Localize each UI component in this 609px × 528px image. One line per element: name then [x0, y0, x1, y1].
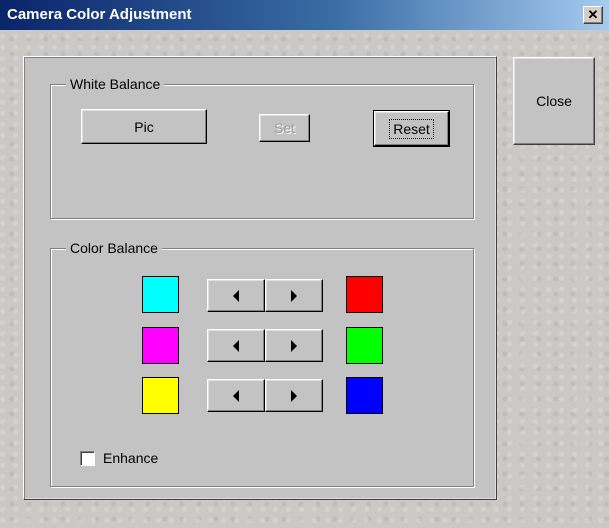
yellow-swatch — [142, 377, 179, 414]
reset-button-label: Reset — [389, 118, 434, 139]
green-swatch — [346, 327, 383, 364]
left-arrow-icon — [233, 339, 239, 352]
adjustment-panel: White Balance Pic Set Reset Color Balanc… — [23, 56, 497, 500]
cyan-red-adjuster — [207, 279, 323, 312]
enhance-checkbox[interactable] — [80, 451, 95, 466]
right-arrow-icon — [291, 389, 297, 402]
title-bar: Camera Color Adjustment ✕ — [0, 0, 609, 30]
white-balance-group: White Balance — [50, 75, 474, 219]
close-icon: ✕ — [587, 7, 599, 22]
pic-button-label: Pic — [134, 118, 154, 135]
white-balance-label: White Balance — [66, 75, 165, 93]
close-button[interactable]: Close — [513, 57, 595, 145]
yellow-blue-adjuster — [207, 379, 323, 412]
decrease-blue-button[interactable] — [207, 379, 265, 412]
enhance-label[interactable]: Enhance — [103, 450, 158, 466]
reset-button[interactable]: Reset — [373, 110, 450, 147]
red-swatch — [346, 276, 383, 313]
decrease-green-button[interactable] — [207, 329, 265, 362]
left-arrow-icon — [233, 389, 239, 402]
blue-swatch — [346, 377, 383, 414]
pic-button[interactable]: Pic — [81, 109, 207, 144]
right-arrow-icon — [291, 289, 297, 302]
window-title: Camera Color Adjustment — [7, 6, 192, 23]
right-arrow-icon — [291, 339, 297, 352]
cyan-swatch — [142, 276, 179, 313]
set-button-label: Set — [273, 120, 295, 136]
window-close-button[interactable]: ✕ — [583, 6, 603, 24]
close-button-label: Close — [536, 93, 572, 109]
magenta-green-adjuster — [207, 329, 323, 362]
decrease-red-button[interactable] — [207, 279, 265, 312]
left-arrow-icon — [233, 289, 239, 302]
increase-red-button[interactable] — [265, 279, 323, 312]
color-balance-label: Color Balance — [66, 239, 162, 257]
increase-blue-button[interactable] — [265, 379, 323, 412]
set-button[interactable]: Set — [259, 114, 310, 142]
increase-green-button[interactable] — [265, 329, 323, 362]
magenta-swatch — [142, 327, 179, 364]
